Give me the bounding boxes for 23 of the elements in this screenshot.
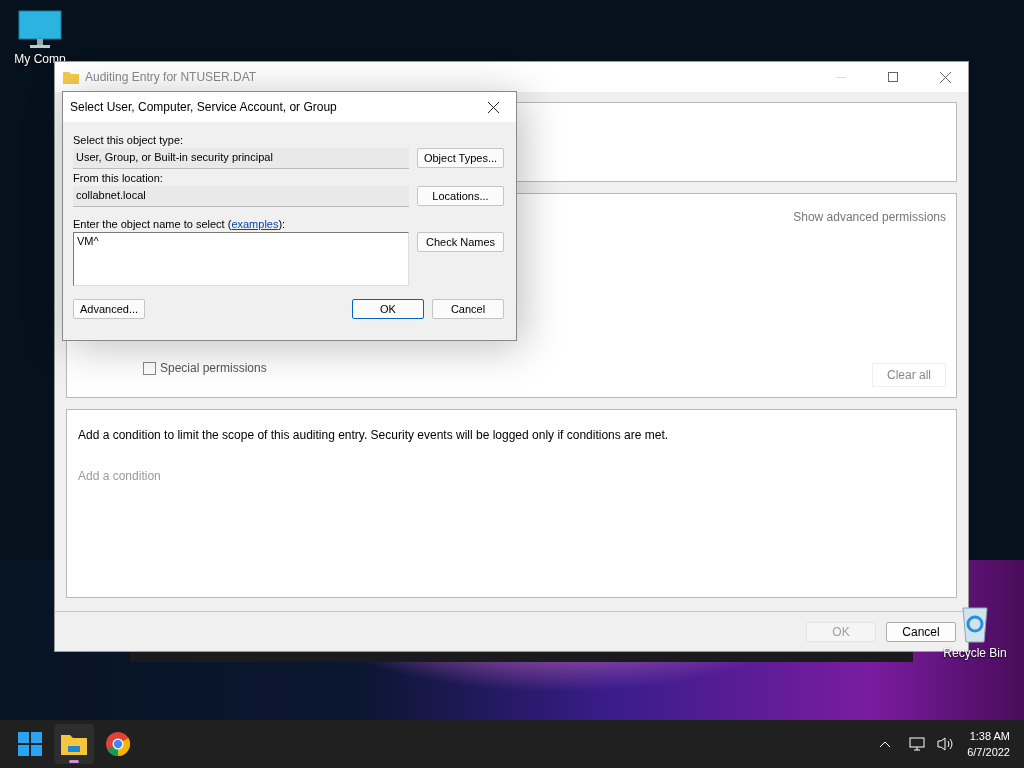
desktop-icon-label[interactable]: Recycle Bin bbox=[943, 646, 1007, 660]
object-types-button[interactable]: Object Types... bbox=[417, 148, 504, 168]
object-name-field[interactable]: VM^ bbox=[73, 232, 409, 286]
ok-button[interactable]: OK bbox=[352, 299, 424, 319]
locations-button[interactable]: Locations... bbox=[417, 186, 504, 206]
field-label: From this location: bbox=[73, 172, 164, 184]
clock-date[interactable]: 6/7/2022 bbox=[967, 744, 1010, 760]
clear-all-button[interactable]: Clear all bbox=[872, 363, 946, 387]
field-label: Enter the object name to select (examples): bbox=[73, 218, 287, 230]
checkbox-label: Special permissions bbox=[160, 361, 267, 375]
cancel-button[interactable]: Cancel bbox=[432, 299, 504, 319]
location-field: collabnet.local bbox=[73, 186, 409, 207]
window-title: Auditing Entry for NTUSER.DAT bbox=[85, 70, 258, 84]
cancel-button[interactable]: Cancel bbox=[886, 621, 956, 642]
condition-description: Add a condition to limit the scope of this auditing entry. Security events will be logged only if conditions are met. bbox=[78, 428, 670, 442]
object-type-field: User, Group, or Built-in security principal bbox=[73, 148, 409, 169]
check-names-button[interactable]: Check Names bbox=[417, 232, 504, 252]
dialog-title: Select User, Computer, Service Account, or Group bbox=[70, 100, 338, 114]
advanced-button[interactable]: Advanced... bbox=[73, 299, 145, 319]
clock-time[interactable]: 1:38 AM bbox=[969, 728, 1010, 744]
field-label: Select this object type: bbox=[73, 134, 185, 146]
show-advanced-link[interactable]: Show advanced permissions bbox=[793, 210, 946, 224]
examples-link[interactable]: examples bbox=[231, 218, 279, 230]
